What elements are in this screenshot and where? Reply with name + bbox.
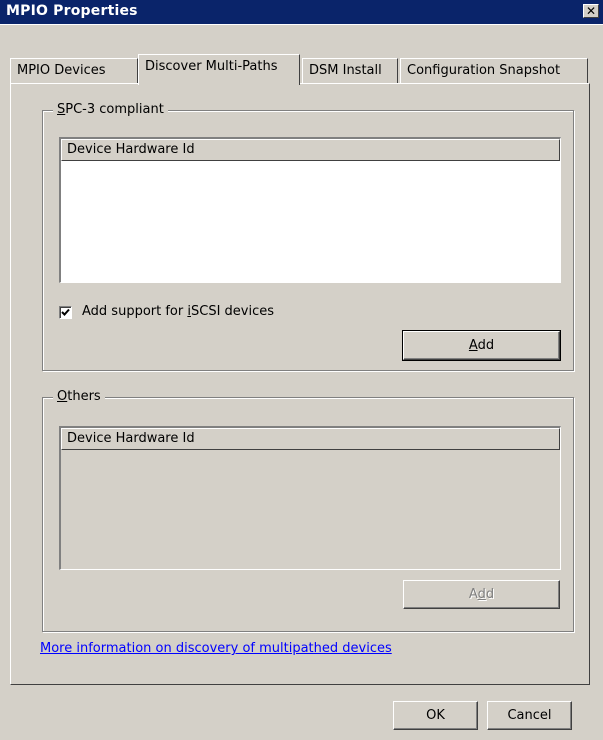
close-button[interactable]: ✕: [583, 4, 599, 18]
tab-discover-multi-paths[interactable]: Discover Multi-Paths: [138, 54, 300, 85]
spc3-add-button[interactable]: Add: [402, 330, 561, 361]
title-bar: MPIO Properties ✕: [0, 0, 603, 25]
tab-configuration-snapshot[interactable]: Configuration Snapshot: [400, 58, 588, 84]
others-column-header[interactable]: Device Hardware Id: [61, 428, 560, 450]
others-add-button[interactable]: Add: [403, 580, 560, 609]
others-groupbox: Others Device Hardware Id Add: [42, 389, 574, 632]
add-button-label: Add: [468, 587, 495, 602]
window-title: MPIO Properties: [6, 3, 138, 19]
tab-mpio-devices[interactable]: MPIO Devices: [10, 58, 138, 84]
spc3-device-list[interactable]: Device Hardware Id: [59, 137, 561, 283]
spc3-group-label: SPC-3 compliant: [53, 102, 168, 118]
tab-dsm-install[interactable]: DSM Install: [302, 58, 398, 84]
iscsi-support-label[interactable]: Add support for iSCSI devices: [82, 304, 274, 319]
tab-strip: MPIO Devices Discover Multi-Paths DSM In…: [10, 54, 590, 85]
tab-label: DSM Install: [309, 63, 382, 78]
tab-label: Discover Multi-Paths: [145, 59, 278, 74]
cancel-button[interactable]: Cancel: [487, 701, 572, 730]
ok-button[interactable]: OK: [393, 701, 478, 730]
checkmark-icon: [61, 308, 70, 316]
close-icon: ✕: [585, 4, 597, 18]
tab-label: Configuration Snapshot: [407, 63, 561, 78]
spc3-groupbox: SPC-3 compliant Device Hardware Id Add s…: [42, 102, 574, 371]
others-group-label: Others: [53, 389, 105, 405]
tab-panel: SPC-3 compliant Device Hardware Id Add s…: [10, 83, 590, 685]
tab-label: MPIO Devices: [17, 63, 106, 78]
others-device-list[interactable]: Device Hardware Id: [59, 426, 561, 570]
discovery-info-link[interactable]: More information on discovery of multipa…: [40, 641, 392, 656]
iscsi-support-checkbox[interactable]: [59, 306, 72, 319]
spc3-column-header[interactable]: Device Hardware Id: [61, 139, 560, 161]
add-button-label: Add: [468, 338, 495, 353]
